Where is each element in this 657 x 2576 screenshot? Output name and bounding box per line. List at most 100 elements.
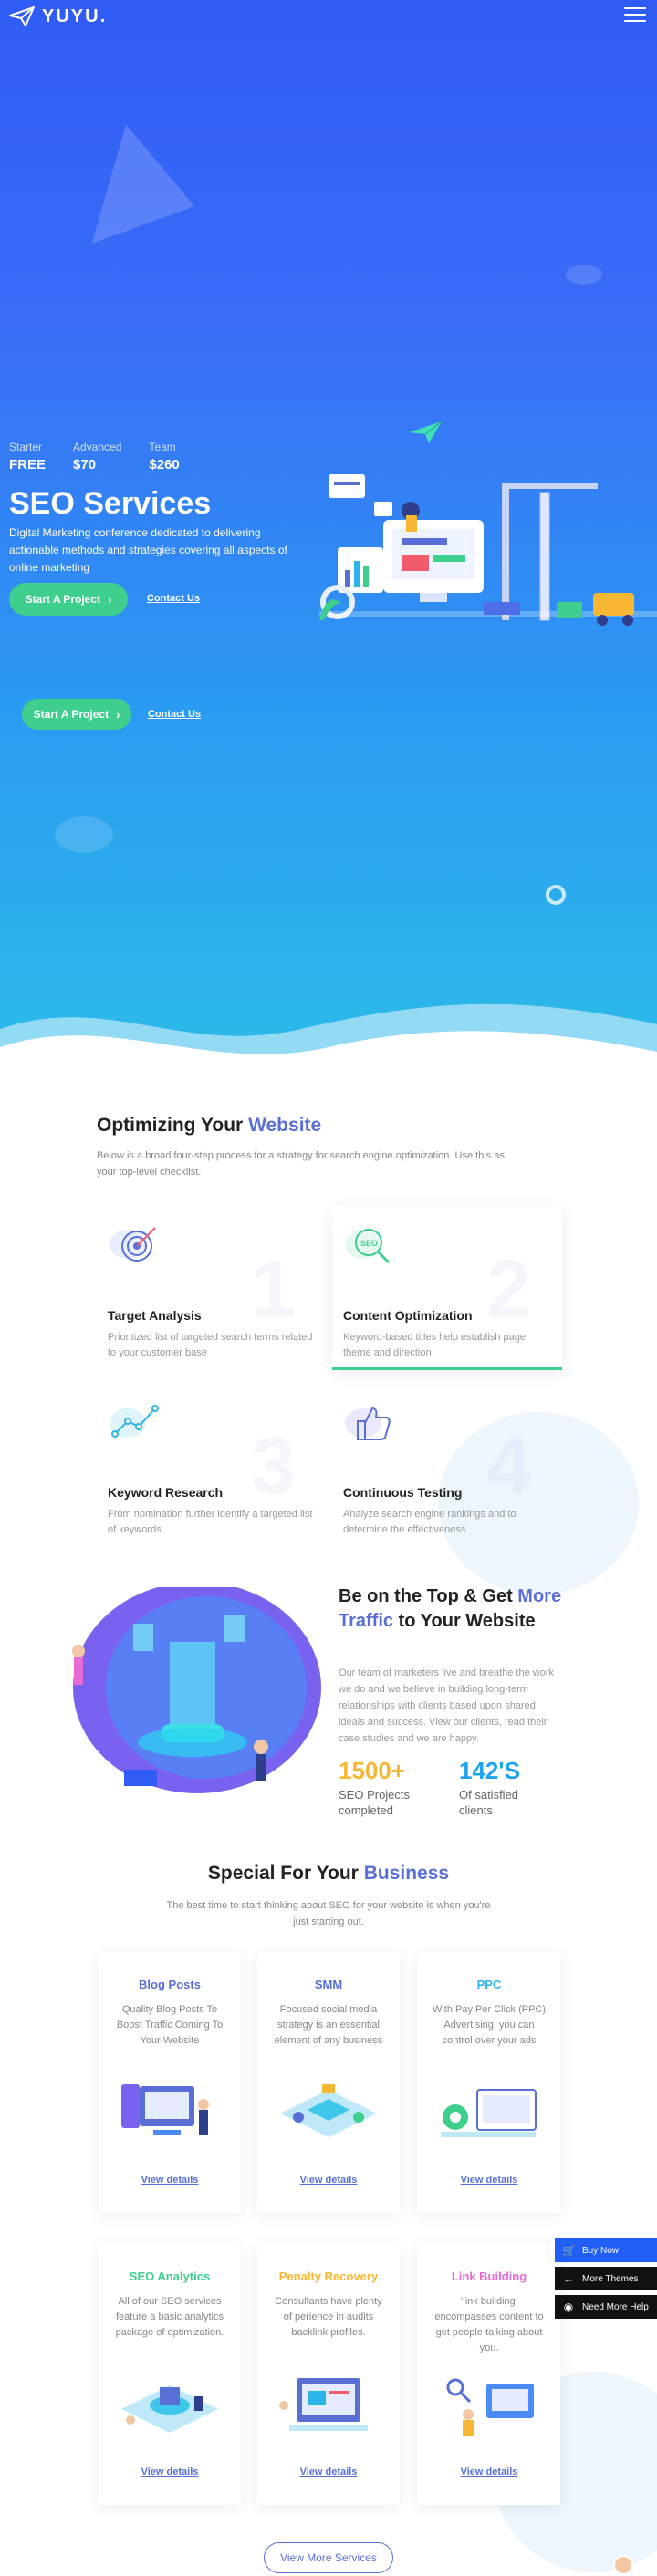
side-label: Buy Now — [582, 2245, 620, 2256]
step-number: 1 — [251, 1243, 296, 1334]
seo-magnifier-icon: SEO — [345, 1229, 391, 1264]
decorative-ring — [546, 885, 566, 905]
card-description: Analyze search engine rankings and to de… — [343, 1509, 516, 1535]
hero-title: SEO Services — [9, 486, 212, 521]
optimizing-description: Below is a broad four-step process for a… — [97, 1150, 505, 1178]
service-title: SEO Analytics — [129, 2270, 211, 2283]
view-details-link[interactable]: View details — [257, 2467, 400, 2477]
need-help-button[interactable]: ◉ Need More Help — [555, 2295, 657, 2319]
server-isometric-illustration — [72, 1587, 321, 1793]
start-project-button-secondary[interactable]: Start A Project › — [22, 699, 131, 730]
card-keyword-research: 3 Keyword Research From nomination furth… — [97, 1383, 327, 1547]
plan-starter[interactable]: Starter FREE — [9, 441, 46, 473]
service-description: Quality Blog Posts To Boost Traffic Comi… — [116, 2004, 224, 2046]
service-title: Penalty Recovery — [278, 2270, 379, 2283]
decorative-blob — [566, 265, 602, 285]
card-description: From nomination further identify a targe… — [108, 1509, 313, 1535]
service-title: SMM — [314, 1978, 343, 1991]
stat-value: 142'S — [459, 1757, 520, 1784]
title-text: Special For Your — [207, 1863, 364, 1884]
plan-name: Starter — [9, 441, 43, 453]
side-label: Need More Help — [582, 2301, 649, 2312]
view-details-link[interactable]: View details — [257, 2175, 400, 2186]
service-card-smm: SMM Focused social media strategy is an … — [257, 1952, 400, 2213]
plan-name: Advanced — [73, 441, 122, 453]
title-text: to Your Website — [393, 1611, 536, 1631]
card-title: Keyword Research — [108, 1485, 224, 1500]
service-card-ppc: PPC With Pay Per Click (PPC) Advertising… — [418, 1952, 560, 2213]
logo-text: YUYU. — [42, 5, 108, 26]
service-card-link-building: Link Building 'link building' encompasse… — [418, 2244, 560, 2505]
card-continuous-testing: 4 Continuous Testing Analyze search engi… — [332, 1383, 562, 1547]
stat-value: 1500+ — [339, 1757, 406, 1784]
contact-us-link-secondary[interactable]: Contact Us — [148, 709, 201, 720]
plan-price: $260 — [149, 457, 180, 473]
service-description: All of our SEO services feature a basic … — [115, 2296, 224, 2338]
contact-us-link[interactable]: Contact Us — [147, 593, 200, 604]
service-title: PPC — [476, 1978, 502, 1991]
plan-team[interactable]: Team $260 — [149, 441, 179, 473]
page: { "header": {"logo_text": "YUYU."}, "her… — [0, 0, 657, 2576]
button-label: Start A Project — [33, 708, 110, 721]
plan-advanced[interactable]: Advanced $70 — [73, 441, 121, 473]
decorative-blob — [55, 816, 113, 853]
service-description: 'link building' encompasses content to g… — [434, 2296, 544, 2353]
hero-section: YUYU. Starter FREE Advanced $70 Team $26… — [0, 0, 657, 1076]
paper-plane-icon — [409, 421, 442, 443]
card-title: Target Analysis — [108, 1308, 202, 1323]
service-card-penalty-recovery: Penalty Recovery Consultants have plenty… — [257, 2244, 400, 2505]
title-text: Be on the Top & Get — [339, 1586, 518, 1606]
view-details-link[interactable]: View details — [99, 2467, 241, 2477]
service-card-blog-posts: Blog Posts Quality Blog Posts To Boost T… — [99, 1952, 241, 2213]
plan-price: FREE — [9, 457, 47, 473]
card-description: Keyword-based titles help establish page… — [343, 1332, 526, 1358]
service-description: With Pay Per Click (PPC) Advertising, yo… — [432, 2004, 547, 2046]
chevron-right-icon: › — [116, 707, 120, 722]
stat-label: SEO Projects completed — [339, 1788, 411, 1817]
service-description: Consultants have plenty of perience in a… — [275, 2296, 382, 2338]
service-card-seo-analytics: SEO Analytics All of our SEO services fe… — [99, 2244, 241, 2505]
view-more-services-button[interactable]: View More Services — [264, 2542, 393, 2573]
more-themes-button[interactable]: ← More Themes — [555, 2267, 657, 2290]
start-project-button[interactable]: Start A Project › — [9, 583, 128, 616]
title-accent: Business — [363, 1863, 450, 1884]
card-title: Continuous Testing — [343, 1485, 463, 1500]
service-description: Focused social media strategy is an esse… — [274, 2004, 383, 2046]
service-title: Link Building — [451, 2270, 527, 2283]
card-title: Content Optimization — [343, 1308, 473, 1323]
paper-plane-logo-icon — [9, 6, 35, 26]
buy-now-button[interactable]: 🛒 Buy Now — [555, 2238, 657, 2262]
stat-satisfied-clients: 142'S Of satisfied clients — [459, 1757, 550, 1818]
view-details-link[interactable]: View details — [418, 2467, 560, 2477]
view-details-link[interactable]: View details — [99, 2175, 241, 2186]
target-icon — [110, 1227, 156, 1262]
service-title: Blog Posts — [139, 1978, 201, 1991]
side-label: More Themes — [582, 2273, 639, 2284]
seo-dashboard-illustration — [319, 474, 657, 626]
button-label: Start A Project — [25, 593, 101, 606]
ppc-illustration — [441, 2089, 537, 2137]
title-text: Optimizing Your — [97, 1115, 249, 1136]
arrow-left-icon: ← — [563, 2272, 574, 2285]
hero-description: Digital Marketing conference dedicated t… — [9, 526, 287, 574]
avatar[interactable] — [613, 2555, 633, 2575]
special-title: Special For Your Business — [0, 1863, 657, 1885]
social-map-illustration — [280, 2084, 377, 2137]
step-number: 4 — [486, 1420, 531, 1511]
penalty-recovery-illustration — [279, 2378, 368, 2431]
top-title: Be on the Top & Get More Traffic to Your… — [339, 1584, 576, 1634]
special-description: The best time to start thinking about SE… — [166, 1900, 491, 1927]
pricing-plans: Starter FREE Advanced $70 Team $260 — [9, 441, 180, 473]
step-number: 3 — [251, 1420, 296, 1511]
logo[interactable]: YUYU. — [9, 5, 107, 27]
chevron-right-icon: › — [108, 592, 112, 607]
optimizing-title: Optimizing Your Website — [97, 1115, 321, 1137]
card-content-optimization: 2 SEO Content Optimization Keyword-based… — [332, 1206, 562, 1370]
hamburger-menu-icon[interactable] — [624, 7, 646, 24]
svg-text:SEO: SEO — [360, 1239, 378, 1248]
card-target-analysis: 1 Target Analysis Prioritized list of ta… — [97, 1206, 327, 1370]
plan-name: Team — [149, 441, 176, 453]
line-graph-icon — [110, 1405, 159, 1438]
wave-divider — [0, 1003, 657, 1076]
view-details-link[interactable]: View details — [418, 2175, 560, 2186]
